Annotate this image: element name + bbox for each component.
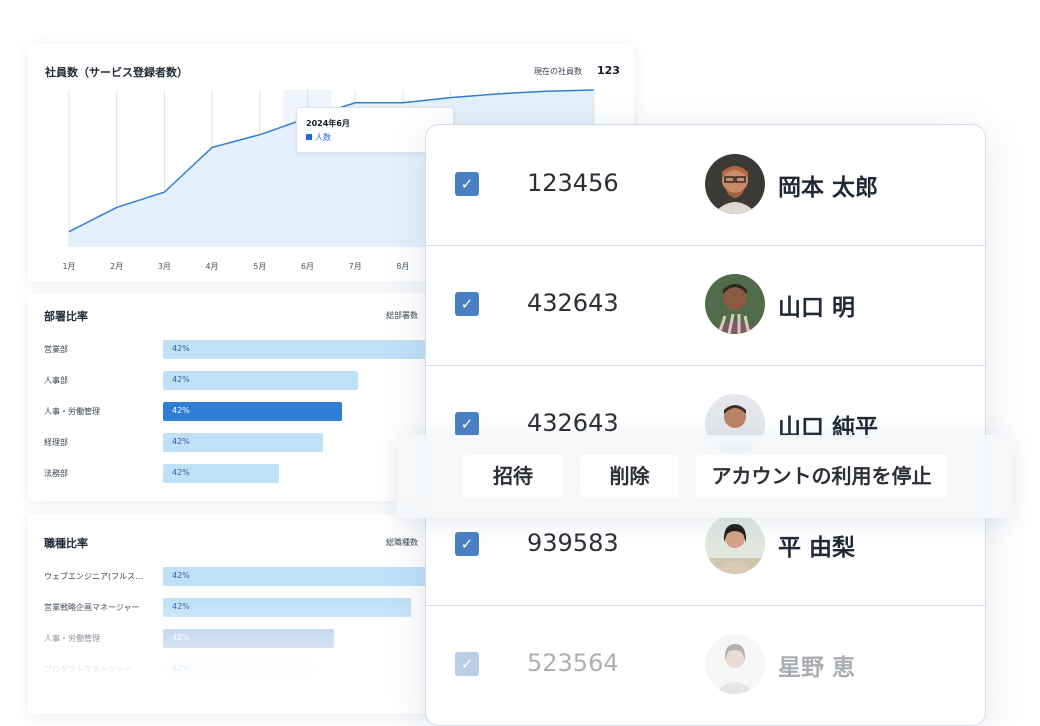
user-id: 123456	[527, 169, 619, 197]
legend-swatch	[306, 134, 312, 140]
ratio-bar: 42%	[163, 402, 342, 421]
x-tick-label: 6月	[301, 262, 314, 271]
tooltip-series-label: 人数	[315, 133, 331, 142]
bulk-action-bar: 招待 削除 アカウントの利用を停止	[397, 435, 1012, 518]
avatar	[705, 634, 765, 694]
avatar-image	[705, 514, 765, 574]
user-id: 523564	[527, 649, 619, 677]
bar-value: 42%	[172, 602, 190, 611]
avatar	[705, 274, 765, 334]
ratio-bar: 42%	[163, 629, 334, 648]
bar-label: 人事・労働管理	[44, 634, 100, 643]
ratio-bar: 42%	[163, 464, 279, 483]
row-checkbox[interactable]: ✓	[455, 532, 479, 556]
user-name: 山口 明	[778, 295, 856, 321]
bar-value: 42%	[172, 664, 190, 673]
bar-label: 経理部	[44, 438, 68, 447]
user-id: 432643	[527, 289, 619, 317]
x-tick-label: 1月	[62, 262, 75, 271]
ratio-bar: 42%	[163, 567, 438, 586]
x-tick-label: 2月	[110, 262, 123, 271]
avatar-image	[705, 274, 765, 334]
row-checkbox[interactable]: ✓	[455, 412, 479, 436]
ratio-bar: 42%	[163, 340, 438, 359]
bar-label: 営業部	[44, 345, 68, 354]
user-name: 星野 恵	[778, 655, 856, 681]
tooltip-legend: 人数	[306, 132, 331, 143]
row-checkbox[interactable]: ✓	[455, 172, 479, 196]
user-list-panel: ✓ 123456 岡本 太郎 ✓ 432643 山口 明 ✓ 432643 山口…	[425, 124, 986, 726]
avatar-image	[705, 154, 765, 214]
ratio-bar: 42%	[163, 598, 411, 617]
avatar	[705, 514, 765, 574]
x-tick-label: 7月	[349, 262, 362, 271]
x-tick-label: 5月	[253, 262, 266, 271]
avatar-image	[705, 634, 765, 694]
bar-value: 42%	[172, 571, 190, 580]
user-id: 432643	[527, 409, 619, 437]
user-name: 岡本 太郎	[778, 175, 879, 201]
bar-value: 42%	[172, 375, 190, 384]
total-departments-label: 総部署数	[386, 311, 418, 320]
bar-label: 人事部	[44, 376, 68, 385]
x-tick-label: 8月	[396, 262, 409, 271]
user-id: 939583	[527, 529, 619, 557]
user-row[interactable]: ✓ 523564 星野 恵	[426, 605, 985, 725]
bar-label: プロダクトマネージャー	[44, 665, 132, 674]
total-jobs-label: 総職種数	[386, 538, 418, 547]
delete-button[interactable]: 削除	[580, 455, 679, 498]
ratio-bar: 42%	[163, 433, 323, 452]
bar-label: 法務部	[44, 469, 68, 478]
bar-value: 42%	[172, 406, 190, 415]
bar-label: ウェブエンジニア(フルス…	[44, 572, 144, 581]
row-checkbox[interactable]: ✓	[455, 652, 479, 676]
bar-label: 人事・労働管理	[44, 407, 100, 416]
bar-label: 営業戦略企画マネージャー	[44, 603, 140, 612]
x-tick-label: 3月	[158, 262, 171, 271]
bar-value: 42%	[172, 344, 190, 353]
job-ratio-title: 職種比率	[44, 537, 88, 550]
department-ratio-title: 部署比率	[44, 310, 88, 323]
ratio-bar: 42%	[163, 371, 358, 390]
invite-button[interactable]: 招待	[463, 455, 563, 498]
user-row[interactable]: ✓ 432643 山口 明	[426, 245, 985, 366]
avatar	[705, 154, 765, 214]
user-row[interactable]: ✓ 123456 岡本 太郎	[426, 125, 985, 246]
bar-value: 42%	[172, 437, 190, 446]
x-tick-label: 4月	[206, 262, 219, 271]
ratio-bar: 42%	[163, 660, 317, 679]
tooltip-title: 2024年6月	[306, 119, 350, 128]
row-checkbox[interactable]: ✓	[455, 292, 479, 316]
user-name: 平 由梨	[778, 535, 856, 561]
suspend-account-button[interactable]: アカウントの利用を停止	[696, 455, 947, 498]
bar-value: 42%	[172, 633, 190, 642]
bar-value: 42%	[172, 468, 190, 477]
